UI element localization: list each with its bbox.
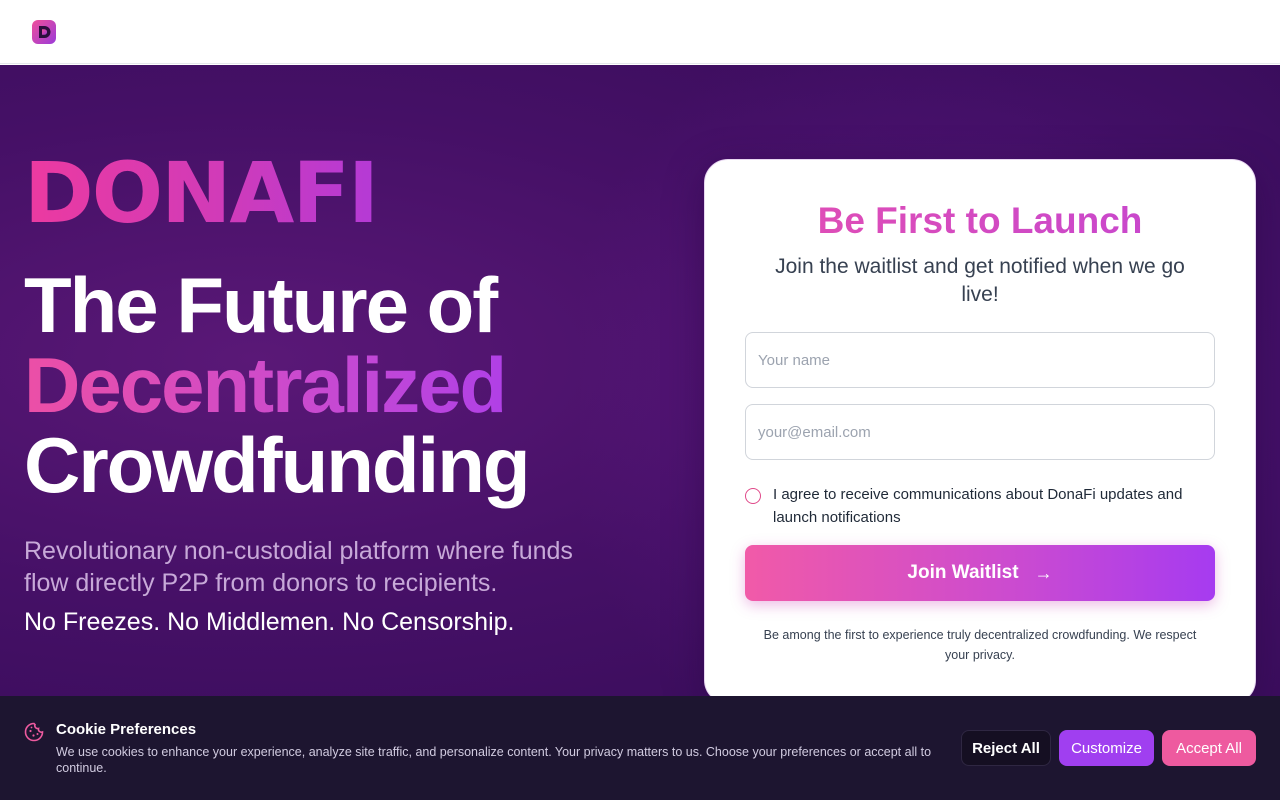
customize-button[interactable]: Customize bbox=[1059, 730, 1154, 766]
waitlist-title: Be First to Launch bbox=[705, 200, 1255, 242]
arrow-right-icon: → bbox=[1034, 562, 1053, 583]
headline-line-3: Crowdfunding bbox=[24, 421, 531, 509]
waitlist-card: Be First to Launch Join the waitlist and… bbox=[704, 159, 1256, 704]
headline-line-1: The Future of bbox=[24, 261, 498, 349]
name-input[interactable] bbox=[745, 332, 1215, 388]
reject-all-button[interactable]: Reject All bbox=[961, 730, 1051, 766]
email-input[interactable] bbox=[745, 404, 1215, 460]
brand-wordmark: DONAFI bbox=[24, 144, 379, 242]
privacy-note: Be among the first to experience truly d… bbox=[763, 628, 1197, 662]
consent-label[interactable]: I agree to receive communications about … bbox=[773, 483, 1193, 529]
hero-headline: The Future of Decentralized Crowdfunding bbox=[24, 261, 531, 509]
cookie-banner: Cookie Preferences We use cookies to enh… bbox=[0, 696, 1280, 800]
hero-subtitle: Revolutionary non-custodial platform whe… bbox=[24, 537, 573, 597]
accept-all-button[interactable]: Accept All bbox=[1162, 730, 1256, 766]
donafi-logo-icon[interactable] bbox=[32, 20, 56, 44]
top-navbar bbox=[0, 0, 1280, 64]
join-waitlist-label: Join Waitlist bbox=[907, 562, 1019, 583]
hero-section: DONAFI The Future of Decentralized Crowd… bbox=[0, 65, 1280, 800]
consent-checkbox[interactable] bbox=[745, 488, 761, 504]
cookie-description: We use cookies to enhance your experienc… bbox=[56, 745, 932, 775]
join-waitlist-button[interactable]: Join Waitlist → bbox=[745, 545, 1215, 601]
cookie-icon bbox=[24, 722, 44, 742]
headline-line-2: Decentralized bbox=[24, 341, 507, 429]
hero-tagline: No Freezes. No Middlemen. No Censorship. bbox=[24, 608, 515, 636]
cookie-title: Cookie Preferences bbox=[56, 721, 197, 738]
waitlist-subtitle: Join the waitlist and get notified when … bbox=[775, 255, 1185, 306]
